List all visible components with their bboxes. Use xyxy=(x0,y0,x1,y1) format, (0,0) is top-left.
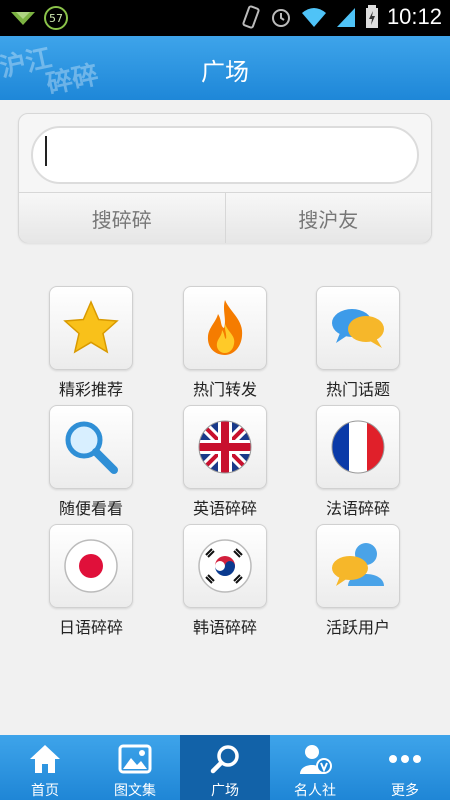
notification-icon xyxy=(11,12,35,25)
vip-user-icon xyxy=(300,745,332,774)
grid-item-label: 日语碎碎 xyxy=(58,618,123,637)
more-dots-icon xyxy=(389,755,421,763)
nav-label: 更多 xyxy=(391,783,419,799)
korea-flag-icon xyxy=(198,539,252,593)
nav-item-gallery[interactable]: 图文集 xyxy=(90,735,180,800)
nav-label: 名人社 xyxy=(294,783,336,799)
grid-item-korean[interactable]: 韩语碎碎 xyxy=(175,524,275,638)
grid-item-japanese[interactable]: 日语碎碎 xyxy=(41,524,141,638)
search-icon xyxy=(210,745,239,774)
search-card: 搜碎碎 搜沪友 xyxy=(18,113,432,243)
grid-item-hot-topics[interactable]: 热门话题 xyxy=(308,286,408,400)
nav-item-square[interactable]: 广场 xyxy=(180,735,270,800)
wifi-icon xyxy=(301,8,326,27)
active-users-icon xyxy=(332,543,384,586)
status-bar: 57 10:12 xyxy=(0,0,450,36)
image-icon xyxy=(118,744,152,774)
alarm-icon xyxy=(271,9,290,27)
grid-item-label: 热门话题 xyxy=(325,380,390,399)
grid-item-label: 韩语碎碎 xyxy=(192,618,257,637)
vibrate-icon xyxy=(242,5,260,29)
star-icon xyxy=(63,300,119,354)
france-flag-icon xyxy=(331,420,385,474)
search-button-row: 搜碎碎 搜沪友 xyxy=(19,192,431,243)
page-title: 广场 xyxy=(201,58,249,86)
home-icon xyxy=(30,745,60,773)
grid-item-browse[interactable]: 随便看看 xyxy=(41,405,141,519)
counter-badge: 57 xyxy=(44,6,68,30)
nav-item-more[interactable]: 更多 xyxy=(360,735,450,800)
search-posts-button[interactable]: 搜碎碎 xyxy=(19,193,226,243)
magnifier-icon xyxy=(65,421,118,474)
nav-label: 图文集 xyxy=(114,783,156,799)
grid-item-label: 法语碎碎 xyxy=(325,499,390,518)
flame-icon xyxy=(207,300,243,355)
uk-flag-icon xyxy=(198,420,252,474)
japan-flag-icon xyxy=(64,539,118,593)
bottom-nav: 首页 图文集 广场 名人社 更多 xyxy=(0,735,450,800)
grid-item-active-users[interactable]: 活跃用户 xyxy=(308,524,408,638)
nav-label: 首页 xyxy=(31,783,59,799)
nav-label: 广场 xyxy=(211,783,239,799)
grid-item-label: 精彩推荐 xyxy=(58,380,123,399)
signal-icon xyxy=(336,8,355,27)
grid-item-featured[interactable]: 精彩推荐 xyxy=(41,286,141,400)
title-bar: 沪江 碎碎 广场 xyxy=(0,36,450,100)
nav-item-home[interactable]: 首页 xyxy=(0,735,90,800)
grid-item-label: 活跃用户 xyxy=(325,618,390,637)
search-users-button[interactable]: 搜沪友 xyxy=(225,193,431,243)
grid-item-french[interactable]: 法语碎碎 xyxy=(308,405,408,519)
grid-item-label: 英语碎碎 xyxy=(192,499,257,518)
clock: 10:12 xyxy=(386,4,442,29)
grid-item-label: 热门转发 xyxy=(192,380,257,399)
grid-item-label: 随便看看 xyxy=(58,499,123,518)
text-cursor xyxy=(45,136,47,166)
nav-item-celebrities[interactable]: 名人社 xyxy=(270,735,360,800)
chat-bubbles-icon xyxy=(332,309,384,348)
battery-icon xyxy=(365,5,378,28)
search-input[interactable] xyxy=(31,126,419,184)
grid-item-english[interactable]: 英语碎碎 xyxy=(175,405,275,519)
grid-item-hot-reposts[interactable]: 热门转发 xyxy=(175,286,275,400)
